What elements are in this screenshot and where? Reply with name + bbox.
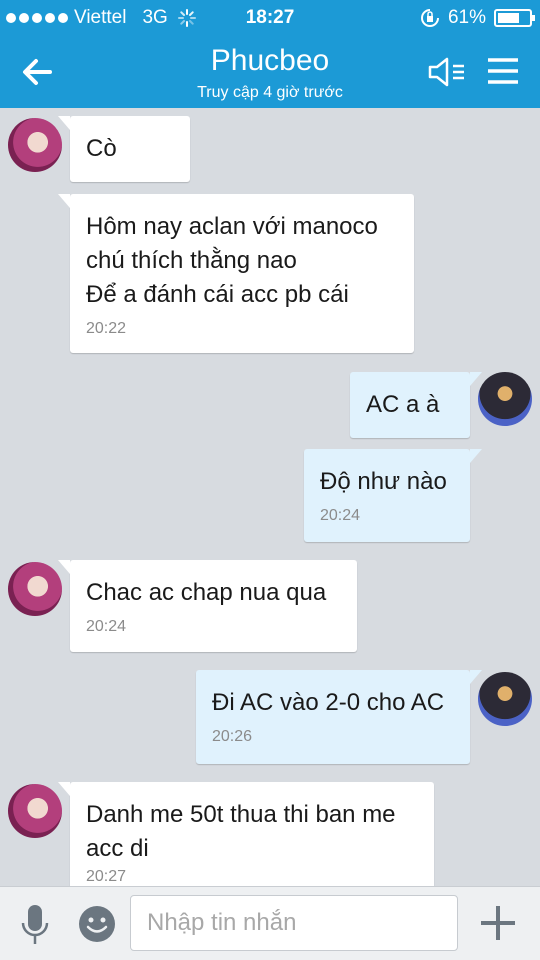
message-bubble-outgoing[interactable]: Độ như nào 20:24 — [304, 449, 482, 542]
chat-header: Phucbeo Truy cập 4 giờ trước — [0, 36, 540, 108]
message-text: Hôm nay aclan với manoco chú thích thằng… — [86, 213, 378, 308]
status-bar: Viettel 3G 18:27 61% — [0, 0, 540, 36]
message-time: 20:24 — [320, 507, 361, 524]
message-time: 20:27 — [86, 868, 127, 885]
menu-button[interactable] — [486, 56, 520, 86]
my-avatar[interactable] — [478, 672, 532, 726]
menu-icon — [488, 58, 518, 84]
contact-avatar[interactable] — [8, 118, 62, 172]
plus-icon — [481, 906, 515, 940]
message-time: 20:22 — [86, 320, 127, 337]
message-text: Đi AC vào 2-0 cho AC — [212, 689, 445, 716]
message-bubble-incoming[interactable]: Chac ac chap nua qua 20:24 — [58, 560, 357, 652]
emoji-icon — [79, 906, 115, 942]
mic-button[interactable] — [18, 903, 52, 947]
my-avatar[interactable] — [478, 372, 532, 426]
message-text: AC a à — [366, 391, 440, 418]
message-input[interactable] — [130, 895, 458, 951]
message-time: 20:26 — [212, 728, 253, 745]
input-bar — [0, 886, 540, 960]
message-bubble-incoming[interactable]: Cò — [58, 116, 190, 182]
message-text: Độ như nào — [320, 468, 447, 495]
rotation-lock-icon — [421, 9, 439, 27]
battery-percent: 61% — [447, 7, 486, 28]
message-time: 20:24 — [86, 618, 127, 635]
contact-avatar[interactable] — [8, 562, 62, 616]
status-right: 61% — [420, 7, 535, 29]
message-bubble-outgoing[interactable]: AC a à — [350, 372, 482, 438]
message-text: Cò — [86, 135, 117, 162]
attach-button[interactable] — [476, 901, 520, 945]
message-bubble-incoming[interactable]: Hôm nay aclan với manoco chú thích thằng… — [58, 194, 414, 353]
message-bubble-incoming[interactable]: Danh me 50t thua thi ban me acc di 20:27 — [58, 782, 434, 886]
speaker-icon — [428, 57, 464, 87]
message-bubble-outgoing[interactable]: Đi AC vào 2-0 cho AC 20:26 — [196, 670, 482, 764]
message-list[interactable]: Cò Hôm nay aclan với manoco chú thích th… — [0, 108, 540, 886]
message-text: Chac ac chap nua qua — [86, 579, 327, 606]
battery-icon — [494, 9, 535, 27]
message-text: Danh me 50t thua thi ban me acc di — [86, 801, 396, 862]
contact-avatar[interactable] — [8, 784, 62, 838]
mic-icon — [21, 905, 49, 944]
speaker-button[interactable] — [426, 56, 468, 88]
emoji-button[interactable] — [78, 905, 116, 943]
